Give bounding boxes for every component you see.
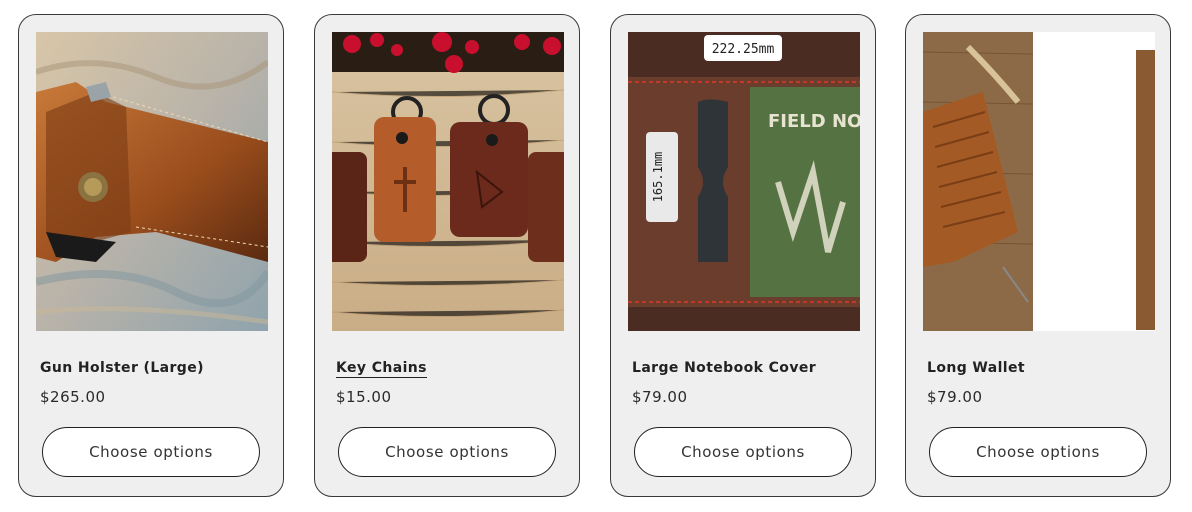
- choose-options-button[interactable]: Choose options: [634, 427, 852, 477]
- leather-holster-photo-icon: [36, 32, 268, 331]
- product-image[interactable]: [36, 32, 268, 331]
- product-title[interactable]: Long Wallet: [927, 360, 1025, 376]
- product-title[interactable]: Large Notebook Cover: [632, 360, 816, 376]
- product-card[interactable]: Key Chains $15.00 Choose options: [314, 14, 580, 497]
- product-title[interactable]: Gun Holster (Large): [40, 360, 204, 376]
- product-title[interactable]: Key Chains: [336, 360, 427, 378]
- product-image[interactable]: [923, 32, 1155, 331]
- svg-text:FIELD NOTES: FIELD NOTES: [768, 111, 860, 132]
- choose-options-button[interactable]: Choose options: [929, 427, 1147, 477]
- product-card[interactable]: Long Wallet $79.00 Choose options: [905, 14, 1171, 497]
- choose-options-button[interactable]: Choose options: [338, 427, 556, 477]
- long-wallet-photo-icon: [923, 32, 1155, 331]
- choose-options-button[interactable]: Choose options: [42, 427, 260, 477]
- product-price: $79.00: [632, 388, 688, 406]
- product-card[interactable]: FIELD NOTES 222.25mm 165.1mm Large Noteb…: [610, 14, 876, 497]
- product-image[interactable]: FIELD NOTES 222.25mm 165.1mm: [628, 32, 860, 331]
- product-price: $265.00: [40, 388, 106, 406]
- product-price: $79.00: [927, 388, 983, 406]
- product-image[interactable]: [332, 32, 564, 331]
- product-grid: Gun Holster (Large) $265.00 Choose optio…: [0, 0, 1192, 512]
- leather-keychains-photo-icon: [332, 32, 564, 331]
- svg-text:222.25mm: 222.25mm: [712, 42, 775, 57]
- product-card[interactable]: Gun Holster (Large) $265.00 Choose optio…: [18, 14, 284, 497]
- notebook-cover-photo-icon: FIELD NOTES 222.25mm 165.1mm: [628, 32, 860, 331]
- product-price: $15.00: [336, 388, 392, 406]
- svg-text:165.1mm: 165.1mm: [651, 152, 665, 203]
